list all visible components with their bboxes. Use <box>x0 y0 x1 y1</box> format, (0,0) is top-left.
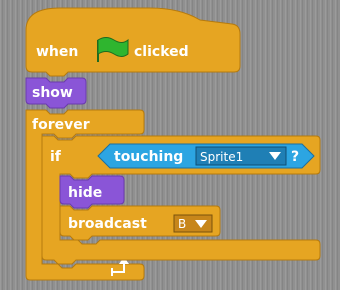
broadcast-dropdown-value: B <box>178 217 186 231</box>
show-block[interactable]: show <box>25 77 87 109</box>
hat-label-when: when <box>36 44 78 60</box>
touching-condition-block[interactable]: touching Sprite1 ? <box>97 143 315 169</box>
hide-label: hide <box>68 185 102 201</box>
sprite-dropdown[interactable]: Sprite1 <box>195 146 287 166</box>
broadcast-block[interactable]: broadcast B <box>59 205 221 241</box>
if-label: if <box>50 149 62 165</box>
scripts-area: when clicked show forever if touching Sp… <box>0 0 340 290</box>
script-canvas: when clicked show forever if touching Sp… <box>25 7 321 281</box>
broadcast-message-dropdown[interactable]: B <box>173 214 213 233</box>
touching-label: touching <box>114 149 183 165</box>
broadcast-label: broadcast <box>68 216 147 232</box>
sprite-dropdown-value: Sprite1 <box>200 150 243 164</box>
show-label: show <box>32 85 73 101</box>
touching-question-mark: ? <box>291 149 299 165</box>
when-flag-clicked-block[interactable]: when clicked <box>25 7 241 77</box>
hide-block[interactable]: hide <box>59 175 125 209</box>
forever-label: forever <box>32 117 90 133</box>
hat-label-clicked: clicked <box>134 44 189 60</box>
